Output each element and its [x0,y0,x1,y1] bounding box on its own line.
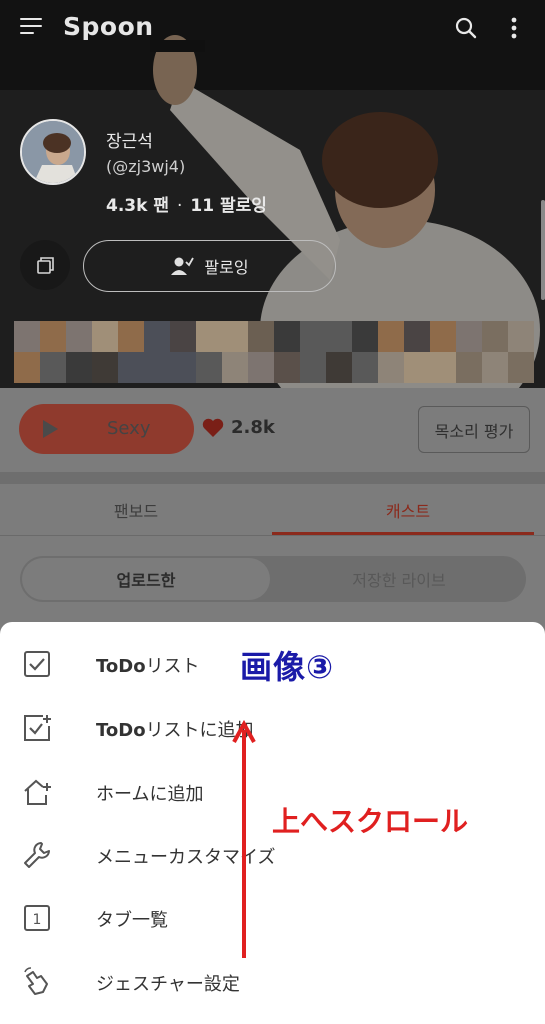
wrench-icon [24,842,50,868]
like-count: 2.8k [231,417,275,438]
avatar[interactable] [20,119,86,185]
search-icon[interactable] [455,17,477,39]
checkbox-add-icon [24,715,51,741]
hamburger-menu-icon[interactable] [20,18,42,38]
following-count[interactable]: 11 팔로잉 [190,196,267,216]
profile-header: Spoon 장근석 (@zj3wj4) 4.3k 팬 · 11 팔로잉 팔로잉 [0,0,545,388]
checkbox-icon [24,651,50,677]
voice-review-button[interactable]: 목소리 평가 [418,406,530,453]
menu-item-label: ホームに追加 [96,784,204,805]
menu-item-label: リスト [145,656,200,677]
stats-separator: · [176,196,183,216]
menu-item-label: タブ一覧 [96,910,168,931]
svg-text:1: 1 [33,912,42,928]
menu-item-add-to-todo[interactable]: ToDoリストに追加 [0,700,545,756]
active-tab-indicator [272,532,534,535]
segment-saved-live[interactable]: 저장한 라이브 [276,558,522,600]
segment-uploaded[interactable]: 업로드한 [22,558,270,600]
home-add-icon [24,779,51,805]
tab-cast[interactable]: 캐스트 [272,484,544,536]
scroll-up-arrow-icon [232,720,256,958]
copy-button[interactable] [20,240,70,290]
cast-filter-segment: 업로드한 저장한 라이브 [20,556,526,602]
fan-count[interactable]: 4.3k 팬 [106,196,169,216]
menu-item-gesture-settings[interactable]: ジェスチャー設定 [0,954,545,1010]
user-check-icon [171,257,195,275]
following-label: 팔로잉 [204,258,249,277]
app-logo: Spoon [63,12,154,41]
more-vertical-icon[interactable] [506,16,522,40]
annotation-scroll-up: 上へスクロール [272,805,469,838]
tab-count-icon: 1 [24,905,50,931]
menu-item-prefix: ToDo [96,656,146,677]
tab-bar: 팬보드 캐스트 [0,484,545,536]
play-button[interactable]: Sexy [19,404,194,454]
menu-item-prefix: ToDo [96,720,146,741]
annotation-image-number: 画像③ [240,648,335,686]
heart-icon[interactable] [202,418,224,438]
tab-fanboard[interactable]: 팬보드 [0,484,272,536]
profile-name: 장근석 [106,132,153,152]
play-label: Sexy [107,418,151,439]
scroll-indicator [541,200,545,300]
section-divider [0,472,545,484]
pixelated-image-strip [14,321,534,383]
gesture-hand-icon [24,967,48,995]
following-button[interactable]: 팔로잉 [83,240,336,292]
copy-icon [37,257,54,274]
top-bar: Spoon [0,0,545,56]
profile-handle: (@zj3wj4) [106,157,186,176]
menu-item-label: ジェスチャー設定 [96,974,240,995]
play-icon [43,420,58,438]
profile-stats: 4.3k 팬 · 11 팔로잉 [106,191,267,216]
menu-item-tab-list[interactable]: 1 タブ一覧 [0,890,545,946]
